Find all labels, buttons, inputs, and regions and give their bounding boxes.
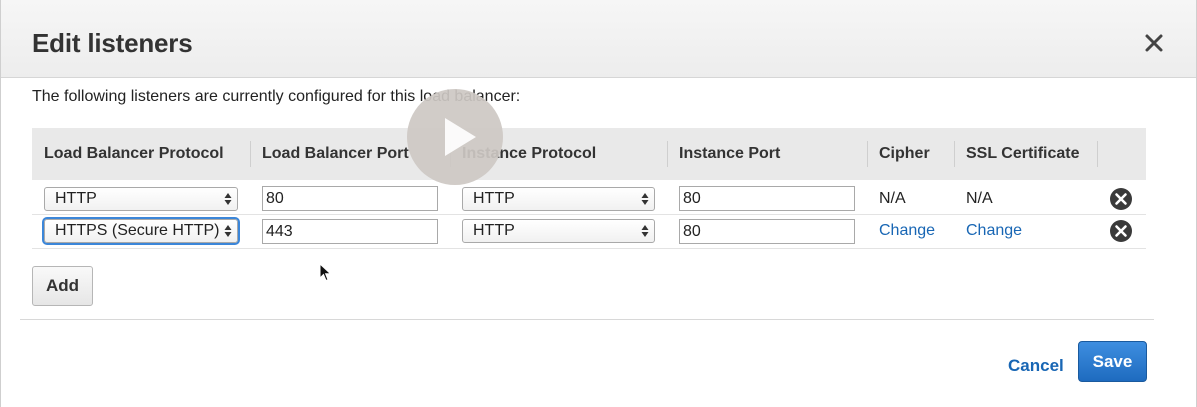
listeners-table: Load Balancer Protocol Load Balancer Por…	[32, 128, 1146, 249]
lb-protocol-select[interactable]: HTTP	[44, 186, 238, 211]
save-button[interactable]: Save	[1078, 341, 1147, 382]
instance-port-input[interactable]: 80	[679, 218, 855, 244]
updown-arrows-icon	[224, 192, 232, 205]
remove-circle-icon[interactable]	[1109, 219, 1133, 243]
instance-port-input[interactable]: 80	[679, 186, 855, 212]
lb-protocol-select[interactable]: HTTPS (Secure HTTP)	[42, 217, 240, 245]
close-button[interactable]	[1141, 30, 1167, 56]
lb-port-input[interactable]: 443	[262, 218, 438, 244]
table-header-row: Load Balancer Protocol Load Balancer Por…	[32, 128, 1146, 180]
dialog-title: Edit listeners	[32, 28, 193, 58]
cipher-value: N/A	[867, 180, 954, 215]
table-row: HTTPS (Secure HTTP) 443 HTTP 80 Change C…	[32, 214, 1146, 249]
edit-listeners-dialog: Edit listeners The following listeners a…	[0, 0, 1197, 407]
lb-port-input[interactable]: 80	[262, 186, 438, 212]
header-instance-port: Instance Port	[667, 128, 867, 180]
cancel-button[interactable]: Cancel	[1008, 356, 1064, 376]
video-play-button[interactable]	[407, 89, 503, 185]
header-actions	[1097, 128, 1146, 180]
remove-circle-icon[interactable]	[1109, 187, 1133, 211]
change-ssl-certificate-link[interactable]: Change	[966, 222, 1022, 239]
play-icon	[445, 118, 476, 156]
close-icon	[1145, 34, 1163, 52]
mouse-cursor-icon	[319, 263, 332, 282]
updown-arrows-icon	[641, 192, 649, 205]
header-ssl-certificate: SSL Certificate	[954, 128, 1097, 180]
table-row: HTTP 80 HTTP 80 N/A N/A	[32, 180, 1146, 215]
updown-arrows-icon	[641, 225, 649, 237]
updown-arrows-icon	[224, 225, 232, 237]
header-cipher: Cipher	[867, 128, 954, 180]
header-lb-protocol: Load Balancer Protocol	[44, 145, 224, 162]
add-listener-button[interactable]: Add	[32, 266, 93, 306]
instance-protocol-select[interactable]: HTTP	[462, 186, 655, 211]
dialog-header: Edit listeners	[1, 0, 1196, 78]
footer-divider	[20, 319, 1154, 320]
change-cipher-link[interactable]: Change	[879, 222, 935, 239]
ssl-certificate-value: N/A	[954, 180, 1097, 215]
instance-protocol-select[interactable]: HTTP	[462, 219, 655, 243]
